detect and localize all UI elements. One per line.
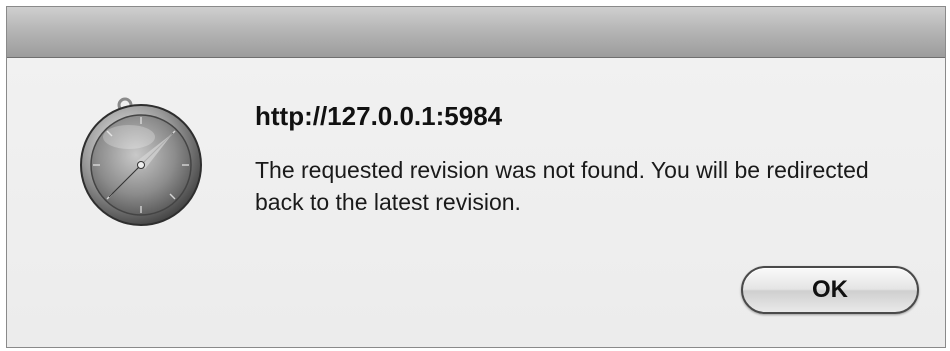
dialog-titlebar[interactable] (7, 7, 945, 58)
dialog-title: http://127.0.0.1:5984 (255, 101, 503, 131)
dialog-message: The requested revision was not found. Yo… (255, 157, 869, 215)
safari-compass-icon (80, 97, 202, 226)
ok-button[interactable]: OK (741, 266, 919, 314)
alert-dialog: http://127.0.0.1:5984 The requested revi… (6, 6, 946, 348)
